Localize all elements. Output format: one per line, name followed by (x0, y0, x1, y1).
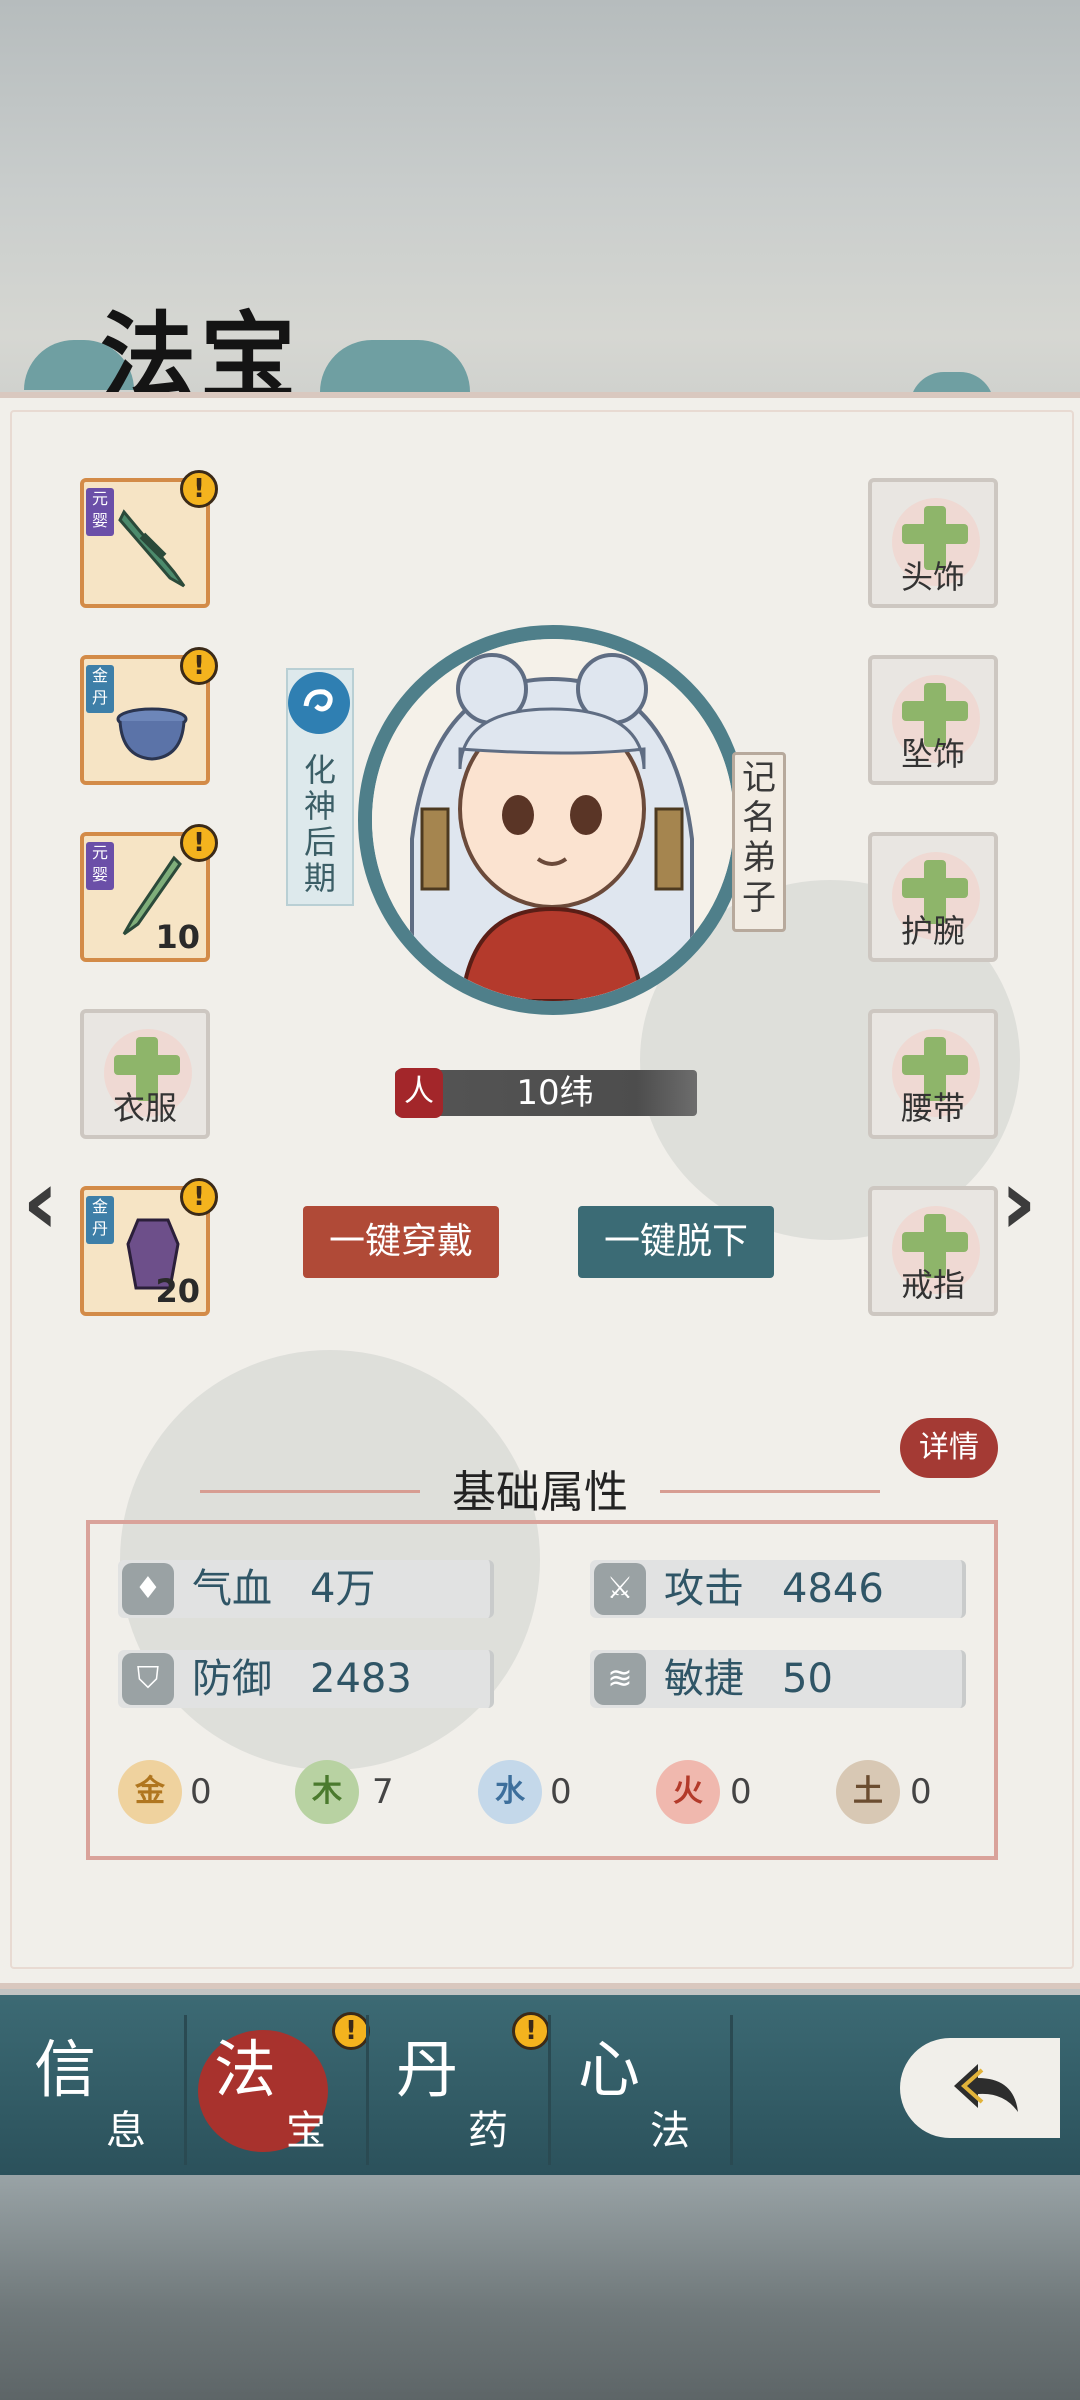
grade-tag: 元婴 (86, 488, 114, 536)
alert-badge: ! (180, 824, 218, 862)
tab-separator (366, 2015, 369, 2165)
alert-badge: ! (180, 1178, 218, 1216)
plus-icon (902, 524, 968, 544)
plus-icon (902, 701, 968, 721)
item-count: 20 (155, 1272, 200, 1310)
detail-button[interactable]: 详情 (900, 1418, 998, 1478)
stat-value: 50 (782, 1656, 833, 1702)
equip-all-button[interactable]: 一键穿戴 (303, 1206, 499, 1278)
plus-icon (114, 1055, 180, 1075)
equipment-slot-bracer[interactable]: 护腕 (868, 832, 998, 962)
element-value: 0 (550, 1772, 572, 1812)
blood-drop-icon: ♦ (122, 1563, 174, 1615)
alert-badge: ! (180, 470, 218, 508)
element-value: 0 (910, 1772, 932, 1812)
slot-label: 腰带 (900, 1089, 965, 1127)
back-button[interactable] (900, 2038, 1060, 2138)
tab-label: 信 (34, 2033, 97, 2106)
equipment-slot-clothes[interactable]: 衣服 (80, 1009, 210, 1139)
element-water-icon: 水 (478, 1760, 542, 1824)
realm-label: 化神后期 (303, 751, 336, 897)
slot-label: 头饰 (900, 558, 965, 596)
grade-tag: 元婴 (86, 842, 114, 890)
swirl-icon (288, 672, 350, 734)
tab-label: 宝 (286, 2108, 326, 2154)
stat-value: 2483 (310, 1656, 412, 1702)
equipment-slot-headwear[interactable]: 头饰 (868, 478, 998, 608)
plus-icon (902, 878, 968, 898)
item-count: 10 (155, 918, 200, 956)
stat-row-hp (118, 1560, 494, 1618)
wing-icon: ≋ (594, 1653, 646, 1705)
tab-label: 药 (468, 2108, 508, 2154)
tab-label: 丹 (396, 2033, 459, 2106)
tab-mind-technique[interactable]: 心 法 (556, 2010, 736, 2170)
slot-label: 坠饰 (900, 735, 965, 773)
element-metal-icon: 金 (118, 1760, 182, 1824)
alert-badge: ! (512, 2012, 550, 2050)
element-value: 7 (372, 1772, 394, 1812)
tab-separator (730, 2015, 733, 2165)
cultivation-value: 10纬 (516, 1073, 594, 1113)
alert-badge: ! (180, 647, 218, 685)
bottom-landscape (0, 2175, 1080, 2400)
stat-label: 气血 (192, 1566, 272, 1612)
element-fire-icon: 火 (656, 1760, 720, 1824)
tab-label: 法 (214, 2033, 277, 2106)
character-portrait[interactable] (358, 625, 748, 1015)
tab-label: 心 (578, 2033, 641, 2106)
stat-value: 4846 (782, 1566, 884, 1612)
tab-info[interactable]: 信 息 (12, 2010, 192, 2170)
plus-icon (902, 1055, 968, 1075)
element-wood-icon: 木 (295, 1760, 359, 1824)
stat-row-attack (590, 1560, 966, 1618)
tab-label: 息 (106, 2108, 146, 2154)
element-earth-icon: 土 (836, 1760, 900, 1824)
tab-label: 法 (650, 2108, 690, 2154)
grade-tag: 金丹 (86, 1196, 114, 1244)
element-value: 0 (190, 1772, 212, 1812)
cauldron-icon (116, 707, 188, 761)
stat-row-agility (590, 1650, 966, 1708)
unequip-all-button[interactable]: 一键脱下 (578, 1206, 774, 1278)
back-arrow-icon (954, 2064, 1018, 2112)
stat-label: 敏捷 (664, 1656, 744, 1702)
seal-icon: 人 (395, 1068, 443, 1118)
tab-separator (184, 2015, 187, 2165)
equipment-slot-belt[interactable]: 腰带 (868, 1009, 998, 1139)
plus-icon (902, 1232, 968, 1252)
grade-tag: 金丹 (86, 665, 114, 713)
equipment-slot-ring[interactable]: 戒指 (868, 1186, 998, 1316)
next-page-arrow-icon[interactable]: › (1000, 1150, 1037, 1255)
equipment-slot-pendant[interactable]: 坠饰 (868, 655, 998, 785)
stat-value: 4万 (310, 1566, 376, 1612)
element-value: 0 (730, 1772, 752, 1812)
stat-row-defense (118, 1650, 494, 1708)
previous-page-arrow-icon[interactable]: ‹ (22, 1150, 59, 1255)
header-cloud-decoration (320, 340, 470, 392)
tab-separator (548, 2015, 551, 2165)
shield-icon: ⛉ (122, 1653, 174, 1705)
alert-badge: ! (332, 2012, 370, 2050)
slot-label: 戒指 (900, 1266, 965, 1304)
sword-icon (118, 509, 186, 588)
character-avatar (372, 639, 734, 1001)
attack-icon: ⚔ (594, 1563, 646, 1615)
slot-label: 护腕 (900, 912, 965, 950)
stat-label: 防御 (192, 1656, 272, 1702)
stat-label: 攻击 (664, 1566, 744, 1612)
rank-label: 记名弟子 (742, 758, 776, 918)
slot-label: 衣服 (112, 1089, 177, 1127)
